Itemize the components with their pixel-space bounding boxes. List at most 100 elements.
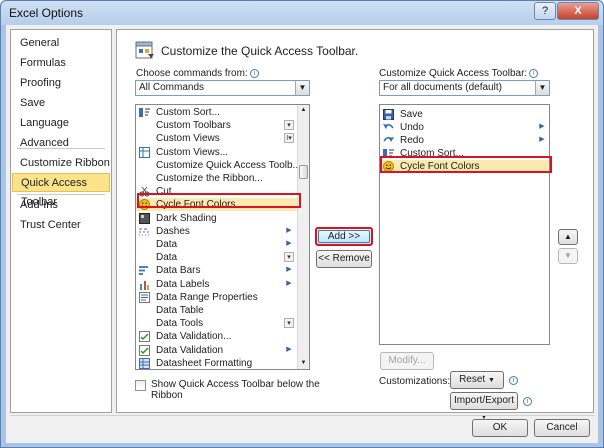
show-below-ribbon-label-line1: Show Quick Access Toolbar below the [151, 379, 320, 390]
qat-panel: Customize the Quick Access Toolbar. Choo… [116, 29, 594, 421]
commands-listbox[interactable]: Custom Sort... Custom Toolbars ▾ Custom Vie… [135, 104, 310, 370]
list-item-label: Undo [400, 122, 424, 133]
list-item[interactable]: Custom Toolbars ▾ [136, 119, 298, 132]
nav-separator [17, 148, 105, 149]
modify-button[interactable]: Modify... [380, 352, 434, 370]
save-icon [383, 109, 394, 120]
list-item-label: Custom Views... [156, 146, 229, 158]
nav-item-proofing[interactable]: Proofing [12, 74, 110, 93]
list-item-label: Data Validation [156, 344, 224, 356]
submenu-arrow-icon: ▶ [286, 279, 292, 287]
list-item[interactable]: Dark Shading [136, 212, 298, 225]
list-item[interactable]: Data ▶ [136, 238, 298, 251]
submenu-arrow-icon: ▶ [539, 123, 545, 130]
scroll-thumb[interactable] [299, 165, 308, 179]
list-item[interactable]: Data Range Properties [136, 291, 298, 304]
ok-button[interactable]: OK [472, 419, 528, 437]
list-item-label: Custom Views [156, 133, 220, 145]
list-item[interactable]: Custom Sort... [136, 106, 298, 119]
show-below-ribbon-checkbox[interactable] [135, 380, 146, 391]
list-item[interactable]: Save [380, 108, 549, 121]
list-item-label: Data [156, 239, 178, 250]
validation-icon [139, 331, 150, 343]
remove-button[interactable]: << Remove [316, 250, 372, 268]
quick-access-toolbar-icon [135, 41, 154, 59]
list-item[interactable]: Data Labels ▶ [136, 278, 298, 291]
customizations-label: Customizations: [379, 376, 451, 387]
customize-qat-value: For all documents (default) [383, 82, 502, 93]
choose-commands-select[interactable]: All Commands ▼ [135, 80, 310, 96]
list-item-label: Datasheet Formatting [156, 357, 253, 369]
submenu-arrow-icon: ▶ [286, 345, 292, 353]
undo-icon [383, 122, 394, 133]
list-item[interactable]: Data Validation... [136, 330, 298, 343]
add-button[interactable]: Add >> [315, 227, 373, 246]
help-button[interactable]: ? [534, 2, 556, 20]
cancel-button[interactable]: Cancel [534, 419, 590, 437]
list-item-label: Data Table [156, 305, 204, 316]
list-item[interactable]: Custom Views... [136, 146, 298, 159]
list-item[interactable]: Customize the Ribbon... [136, 172, 298, 185]
toolbar-items-listbox[interactable]: Save Undo ▶ Redo ▶ Custom Sort... Cycle Font C… [379, 104, 550, 345]
chevron-down-icon[interactable]: ▼ [535, 81, 549, 95]
submenu-arrow-icon: ▶ [286, 240, 292, 247]
chevron-down-icon: ▼ [487, 377, 495, 384]
nav-item-trust-center[interactable]: Trust Center [12, 216, 110, 235]
choose-commands-label: Choose commands from: i [136, 68, 259, 79]
list-item[interactable]: Data Validation ▶ [136, 344, 298, 357]
reset-button[interactable]: Reset ▼ [450, 371, 504, 389]
list-item[interactable]: Data Bars ▶ [136, 264, 298, 277]
list-item[interactable]: Data Tools ▾ [136, 317, 298, 330]
move-down-button[interactable]: ▼ [558, 248, 578, 264]
options-nav: General Formulas Proofing Save Language … [10, 29, 112, 413]
move-up-button[interactable]: ▲ [558, 229, 578, 245]
reset-label: Reset [459, 374, 486, 385]
nav-item-add-ins[interactable]: Add-Ins [12, 196, 110, 215]
info-icon: i [509, 376, 518, 385]
submenu-arrow-icon: ▶ [286, 266, 292, 274]
scroll-up-icon[interactable]: ▲ [298, 105, 309, 116]
nav-item-quick-access-toolbar[interactable]: Quick Access Toolbar [12, 173, 110, 208]
list-item[interactable]: Customize Quick Access Toolb... [136, 159, 301, 172]
excel-options-window: Excel Options ? X General Formulas Proof… [0, 0, 604, 448]
list-item[interactable]: Datasheet Formatting [136, 357, 298, 369]
combo-indicator-icon: I▾ [284, 133, 294, 144]
list-item[interactable]: Redo ▶ [380, 134, 549, 147]
footer-separator [10, 415, 594, 416]
list-item-label: Custom Toolbars [156, 120, 231, 132]
choose-commands-label-text: Choose commands from: [136, 68, 248, 79]
chevron-down-icon[interactable]: ▼ [295, 81, 309, 95]
list-item-label: Customize the Ribbon... [156, 173, 263, 184]
import-export-button[interactable]: Import/Export ▼ [450, 392, 518, 421]
list-item-label: Data [156, 252, 178, 264]
customize-qat-select[interactable]: For all documents (default) ▼ [379, 80, 550, 96]
gallery-indicator-icon: ▾ [284, 120, 294, 131]
nav-item-save[interactable]: Save [12, 94, 110, 113]
list-item[interactable]: Undo ▶ [380, 121, 549, 134]
list-item-label: Data Validation... [156, 331, 232, 343]
nav-item-advanced[interactable]: Advanced [12, 134, 110, 153]
list-item-label: Save [400, 109, 423, 120]
nav-item-general[interactable]: General [12, 34, 110, 53]
import-export-label: Import/Export [453, 395, 515, 406]
list-item-label: Dark Shading [156, 212, 217, 224]
sort-icon [139, 107, 150, 118]
info-icon: i [523, 397, 532, 406]
list-item-label: Data Labels [156, 278, 210, 290]
cycle-font-colors-toolbar-highlight [380, 156, 552, 173]
nav-item-formulas[interactable]: Formulas [12, 54, 110, 73]
commands-scrollbar[interactable]: ▲ ▼ [297, 105, 309, 369]
list-item-label: Data Bars [156, 265, 201, 277]
nav-item-customize-ribbon[interactable]: Customize Ribbon [12, 154, 110, 173]
close-button[interactable]: X [557, 2, 599, 20]
list-item[interactable]: Data ▾ [136, 251, 298, 264]
list-item[interactable]: Custom Views I▾ [136, 132, 298, 145]
info-icon: i [529, 69, 539, 78]
scroll-down-icon[interactable]: ▼ [298, 358, 309, 369]
shading-icon [139, 212, 150, 224]
list-item[interactable]: Data Table [136, 304, 298, 317]
views-icon [139, 146, 150, 158]
nav-item-language[interactable]: Language [12, 114, 110, 133]
submenu-arrow-icon: ▶ [286, 226, 292, 234]
list-item[interactable]: Dashes ▶ [136, 225, 298, 238]
